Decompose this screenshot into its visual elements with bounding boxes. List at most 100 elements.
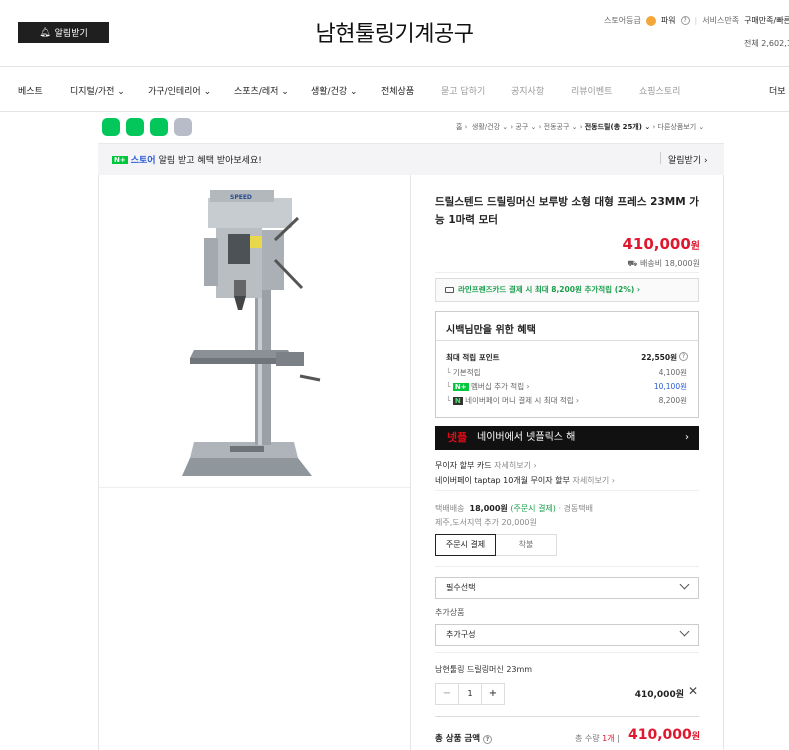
help-icon[interactable]: ? <box>679 351 688 361</box>
total-price-unit: 원 <box>691 732 701 742</box>
share-icon[interactable] <box>126 118 144 136</box>
taptap-link[interactable]: 자세히보기 › <box>572 476 615 485</box>
plus-button[interactable]: + <box>482 684 504 704</box>
crumb-living[interactable]: 생활/건강 ⌄ <box>472 123 508 131</box>
card-icon <box>445 287 454 293</box>
divider <box>435 652 699 653</box>
nav-notice[interactable]: 공지사항 <box>511 84 544 97</box>
max-points-value: 22,550원 <box>641 353 677 362</box>
close-icon[interactable]: ✕ <box>688 684 698 698</box>
nav-best[interactable]: 베스트 <box>18 84 43 97</box>
nav-more[interactable]: 더보 <box>769 84 786 97</box>
addon-label: 추가상품 <box>435 608 465 617</box>
shipping-fee-text: 배송비 18,000원 <box>640 259 700 268</box>
total-price-value: 410,000 <box>628 727 692 743</box>
netflix-text: 네이버에서 넷플릭스 해 <box>477 432 576 443</box>
delivery-extra: 제주,도서지역 추가 20,000원 <box>435 518 537 527</box>
naverpay-points-row[interactable]: └ N 네이버페이 머니 결제 시 최대 적립 › <box>446 395 579 406</box>
total-label-text: 총 상품 금액 <box>435 734 481 744</box>
nav-furniture[interactable]: 가구/인테리어 ⌄ <box>148 84 211 97</box>
crumb-other-products[interactable]: 다른상품보기 ⌄ <box>658 123 705 131</box>
category-nav: 베스트 디지털/가전 ⌄ 가구/인테리어 ⌄ 스포츠/레저 ⌄ 생활/건강 ⌄ … <box>0 66 789 112</box>
divider <box>660 152 661 164</box>
benefit-title: 시백님만을 위한 혜택 <box>446 325 536 336</box>
help-icon[interactable]: ? <box>680 16 690 25</box>
selected-option-name: 남현툴링 드릴링머신 23mm <box>435 665 533 674</box>
quantity-value[interactable]: 1 <box>458 684 482 704</box>
breadcrumb: 홈 › 생활/건강 ⌄ › 공구 ⌄ › 전동공구 ⌄ › 전동드릴(총 25개… <box>456 123 705 131</box>
required-option-select[interactable]: 필수선택 <box>435 577 699 599</box>
pay-on-order-button[interactable]: 주문시 결제 <box>435 534 496 556</box>
nplus-badge: N+ <box>112 155 128 164</box>
svg-text:SPEED: SPEED <box>230 194 252 201</box>
notice-alarm-button[interactable]: 알림받기 › <box>668 153 708 166</box>
grade-icon <box>645 15 656 26</box>
store-grade-label: 스토어등급 <box>604 16 641 25</box>
delivery-carrier: · 경동택배 <box>558 504 593 513</box>
bookmark-icon[interactable] <box>150 118 168 136</box>
taptap-label: 네이버페이 taptap 10개월 무이자 할부 <box>435 476 570 485</box>
nav-qna[interactable]: 묻고 답하기 <box>441 84 485 97</box>
total-qty-label: 총 수량 <box>575 734 600 743</box>
divider <box>410 175 411 750</box>
shipping-fee: ⛟ 배송비 18,000원 <box>560 258 700 269</box>
installment-card-link[interactable]: 자세히보기 › <box>494 461 537 470</box>
price-unit: 원 <box>690 241 700 252</box>
store-word: 스토어 <box>130 156 156 166</box>
product-image[interactable]: SPEED <box>180 180 330 480</box>
minus-button[interactable]: − <box>436 684 458 704</box>
netflix-logo: 넷플 <box>447 431 468 444</box>
required-option-label: 필수선택 <box>446 583 476 592</box>
basic-points-value: 4,100원 <box>658 368 687 377</box>
total-qty-value: 1개 <box>602 734 615 743</box>
divider <box>435 716 699 717</box>
card-promo-text: 라인프렌즈카드 결제 시 최대 8,200원 추가적립 (2%) › <box>458 285 640 294</box>
nplus-badge: N+ <box>452 383 469 391</box>
more-icon[interactable] <box>174 118 192 136</box>
divider <box>723 175 724 750</box>
pay-on-delivery-button[interactable]: 착불 <box>496 534 557 556</box>
netflix-banner[interactable]: 넷플 네이버에서 넷플릭스 해 › <box>435 426 699 450</box>
notice-text: N+ 스토어 알림 받고 혜택 받아보세요! <box>112 153 262 166</box>
crumb-power-tools[interactable]: 전동공구 ⌄ <box>544 123 578 131</box>
divider <box>435 272 699 273</box>
nav-shopping-story[interactable]: 쇼핑스토리 <box>639 84 680 97</box>
nav-living[interactable]: 생활/건강 ⌄ <box>311 84 358 97</box>
addon-select[interactable]: 추가구성 <box>435 624 699 646</box>
nav-digital[interactable]: 디지털/가전 ⌄ <box>70 84 125 97</box>
product-price: 410,000원 <box>560 235 700 253</box>
chevron-down-icon <box>679 579 690 590</box>
addon-select-label: 추가구성 <box>446 630 476 639</box>
naverpay-points-value: 8,200원 <box>658 396 687 405</box>
store-info: 스토어등급 파워 ? | 서비스만족 구매만족/빠른배송 <box>604 15 789 26</box>
basic-points-row: └ 기본적립 <box>446 368 481 377</box>
nav-sports[interactable]: 스포츠/레저 ⌄ <box>234 84 289 97</box>
talktalk-icon[interactable] <box>102 118 120 136</box>
notice-message: 알림 받고 혜택 받아보세요! <box>158 156 262 166</box>
taptap-row: 네이버페이 taptap 10개월 무이자 할부 자세히보기 › <box>435 475 615 486</box>
divider <box>435 566 699 567</box>
npay-icon: N <box>452 397 463 405</box>
crumb-home[interactable]: 홈 › <box>456 123 467 131</box>
nav-all-products[interactable]: 전체상품 <box>381 84 414 97</box>
total-price: 410,000원 <box>628 727 700 743</box>
crumb-current[interactable]: 전동드릴(총 25개) ⌄ <box>585 123 651 131</box>
delivery-note: (주문시 결제) <box>510 504 556 513</box>
max-points-label: 최대 적립 포인트 <box>446 353 500 362</box>
divider <box>435 490 699 491</box>
price-value: 410,000 <box>622 235 691 253</box>
membership-points-label: 멤버십 추가 적립 › <box>471 382 530 391</box>
installment-card-label: 무이자 할부 카드 <box>435 461 492 470</box>
total-quantity: 총 수량 1개 | <box>575 734 620 743</box>
nav-review-event[interactable]: 리뷰이벤트 <box>571 84 612 97</box>
crumb-tools[interactable]: 공구 ⌄ <box>515 123 536 131</box>
help-icon[interactable]: ? <box>483 735 492 744</box>
share-icons <box>102 118 192 136</box>
membership-points-row[interactable]: └ N+ 멤버십 추가 적립 › <box>446 381 529 392</box>
membership-points-value: 10,100원 <box>653 382 687 391</box>
service-value: 구매만족/빠른배송 <box>744 16 789 25</box>
delivery-info: 택배배송 18,000원 (주문시 결제) · 경동택배 <box>435 503 593 514</box>
chevron-down-icon <box>679 626 690 637</box>
divider <box>436 340 698 341</box>
card-promo-banner[interactable]: 라인프렌즈카드 결제 시 최대 8,200원 추가적립 (2%) › <box>435 278 699 302</box>
